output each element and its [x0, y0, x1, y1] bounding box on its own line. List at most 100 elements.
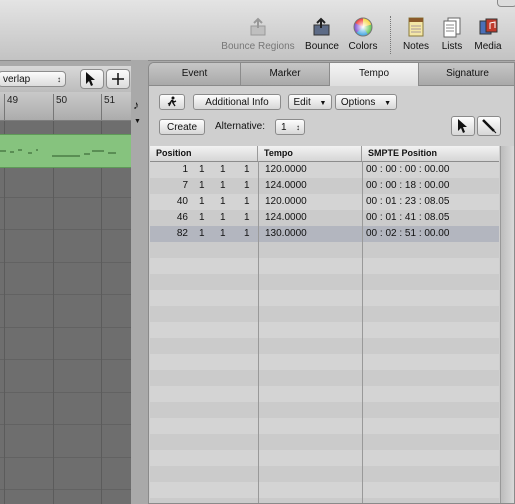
- cell-beat: 1: [199, 212, 205, 223]
- lists-button[interactable]: Lists: [437, 16, 467, 52]
- empty-row: [150, 290, 499, 306]
- track-divider: [0, 197, 131, 198]
- audio-region[interactable]: [0, 134, 131, 168]
- empty-row: [150, 386, 499, 402]
- bar-gridline: [4, 121, 5, 504]
- table-row[interactable]: 7 1 1 1 124.0000 00 : 00 : 18 : 00.00: [150, 178, 499, 194]
- list-editor-tabs: Event Marker Tempo Signature: [149, 63, 514, 86]
- additional-info-button[interactable]: Additional Info: [193, 94, 281, 110]
- create-button[interactable]: Create: [159, 119, 205, 135]
- pointer-tool-icon: [458, 119, 467, 133]
- empty-row: [150, 242, 499, 258]
- bar-ruler[interactable]: 49 50 51: [0, 92, 131, 121]
- cell-tempo: 130.0000: [265, 228, 307, 239]
- ruler-number: 51: [104, 95, 116, 106]
- tab-signature[interactable]: Signature: [419, 63, 514, 85]
- panel-divider: ♪ ▼: [131, 60, 148, 504]
- empty-row: [150, 418, 499, 434]
- table-row-selected[interactable]: 82 1 1 1 130.0000 00 : 02 : 51 : 00.00: [150, 226, 499, 242]
- cell-bar: 7: [182, 180, 188, 191]
- arrange-toolbar: verlap ↕: [0, 66, 131, 93]
- list-editor-panel: Event Marker Tempo Signature Additional …: [148, 62, 515, 504]
- media-button[interactable]: Media: [472, 16, 504, 52]
- running-man-icon: [167, 96, 177, 107]
- alternative-select[interactable]: 1 ↕: [275, 119, 305, 135]
- table-row[interactable]: 46 1 1 1 124.0000 00 : 01 : 41 : 08.05: [150, 210, 499, 226]
- table-scrollbar[interactable]: [500, 146, 514, 503]
- bounce-regions-button[interactable]: Bounce Regions: [221, 16, 295, 52]
- cell-smpte: 00 : 00 : 18 : 00.00: [366, 180, 450, 191]
- track-divider: [0, 392, 131, 393]
- crosshair-tool-icon: [112, 73, 124, 85]
- bounce-button[interactable]: Bounce: [302, 16, 342, 52]
- column-header-tempo[interactable]: Tempo: [258, 146, 362, 161]
- empty-row: [150, 450, 499, 466]
- cell-bar: 1: [182, 164, 188, 175]
- ruler-tick: [4, 94, 5, 120]
- pointer-tool-icon: [86, 72, 95, 86]
- cell-tempo: 124.0000: [265, 180, 307, 191]
- dropdown-arrow-icon: ▼: [384, 100, 392, 107]
- region-content: [0, 149, 116, 157]
- cell-division: 1: [220, 164, 226, 175]
- main-toolbar: Bounce Regions Bounce Colors Notes Lists…: [0, 0, 515, 61]
- toolbar-separator: [390, 16, 391, 54]
- ruler-tick: [53, 94, 54, 120]
- alternative-label: Alternative:: [215, 121, 266, 132]
- column-header-smpte[interactable]: SMPTE Position: [362, 146, 499, 161]
- track-divider: [0, 294, 131, 295]
- tab-marker[interactable]: Marker: [241, 63, 330, 85]
- pencil-tool-button[interactable]: [477, 116, 501, 136]
- tempo-list-table[interactable]: Position Tempo SMPTE Position 1 1 1 1 12…: [150, 146, 499, 503]
- options-menu[interactable]: Options ▼: [335, 94, 397, 110]
- table-row[interactable]: 1 1 1 1 120.0000 00 : 00 : 00 : 00.00: [150, 162, 499, 178]
- cell-beat: 1: [199, 196, 205, 207]
- pencil-tool-icon: [482, 119, 497, 134]
- cell-smpte: 00 : 01 : 23 : 08.05: [366, 196, 450, 207]
- cell-beat: 1: [199, 164, 205, 175]
- track-divider: [0, 262, 131, 263]
- ruler-tick: [101, 94, 102, 120]
- right-click-tool-button[interactable]: [106, 69, 130, 89]
- cell-bar: 40: [176, 196, 188, 207]
- column-header-position[interactable]: Position: [150, 146, 258, 161]
- ruler-number: 50: [56, 95, 68, 106]
- track-divider: [0, 489, 131, 490]
- track-divider: [0, 327, 131, 328]
- cell-tempo: 120.0000: [265, 196, 307, 207]
- cell-division: 1: [220, 180, 226, 191]
- dropdown-arrow-icon: ▼: [319, 100, 327, 107]
- notepad-icon: [408, 17, 424, 37]
- bar-gridline: [53, 121, 54, 504]
- colors-button[interactable]: Colors: [346, 16, 380, 52]
- dropdown-arrow-icon: ▼: [134, 118, 141, 125]
- music-note-icon: ♪: [133, 98, 139, 112]
- cell-bar: 82: [176, 228, 188, 239]
- lists-icon: [443, 17, 461, 38]
- tab-event[interactable]: Event: [149, 63, 241, 85]
- edit-menu[interactable]: Edit ▼: [288, 94, 332, 110]
- cell-tempo: 120.0000: [265, 164, 307, 175]
- catch-playhead-button[interactable]: [159, 94, 185, 110]
- track-divider: [0, 457, 131, 458]
- table-header: Position Tempo SMPTE Position: [150, 146, 499, 162]
- empty-row: [150, 482, 499, 498]
- cell-division: 1: [220, 212, 226, 223]
- cell-bar: 46: [176, 212, 188, 223]
- track-divider: [0, 359, 131, 360]
- cell-smpte: 00 : 01 : 41 : 08.05: [366, 212, 450, 223]
- column-separator: [258, 161, 259, 503]
- cell-beat: 1: [199, 228, 205, 239]
- notes-button[interactable]: Notes: [400, 16, 432, 52]
- pointer-tool-button[interactable]: [451, 116, 475, 136]
- color-wheel-icon: [353, 17, 373, 37]
- table-row[interactable]: 40 1 1 1 120.0000 00 : 01 : 23 : 08.05: [150, 194, 499, 210]
- drag-mode-select[interactable]: verlap ↕: [0, 71, 66, 87]
- ruler-number: 49: [7, 95, 19, 106]
- track-divider: [0, 424, 131, 425]
- left-click-tool-button[interactable]: [80, 69, 104, 89]
- empty-row: [150, 322, 499, 338]
- tab-tempo[interactable]: Tempo: [330, 63, 419, 86]
- cell-tempo: 124.0000: [265, 212, 307, 223]
- arrange-area[interactable]: [0, 121, 131, 504]
